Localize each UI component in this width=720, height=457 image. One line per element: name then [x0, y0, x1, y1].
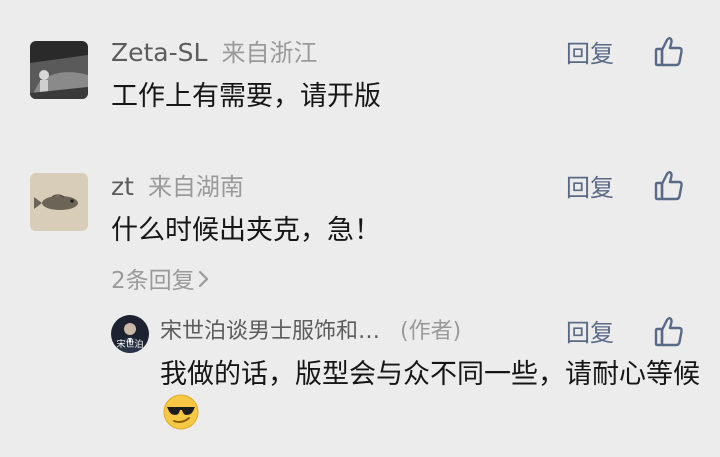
reply-text-content: 我做的话，版型会与众不同一些，请耐心等候 — [160, 359, 700, 390]
chevron-right-icon — [198, 269, 210, 293]
comment-header: zt 来自湖南 — [111, 172, 244, 202]
avatar[interactable]: 宋世泊 — [111, 315, 149, 353]
thumbs-up-icon[interactable] — [654, 36, 684, 68]
avatar[interactable] — [30, 173, 88, 231]
reply-button[interactable]: 回复 — [566, 173, 614, 203]
avatar-caption: 宋世泊 — [116, 340, 144, 350]
replies-toggle[interactable]: 2条回复 — [111, 266, 210, 296]
avatar[interactable] — [30, 41, 88, 99]
reply-header: 宋世泊谈男士服饰和… (作者) — [160, 317, 461, 347]
reply-text: 我做的话，版型会与众不同一些，请耐心等候 — [160, 356, 700, 441]
username[interactable]: Zeta-SL — [111, 38, 207, 68]
comment-header: Zeta-SL 来自浙江 — [111, 38, 317, 68]
username[interactable]: zt — [111, 172, 134, 202]
username[interactable]: 宋世泊谈男士服饰和… — [160, 317, 380, 347]
location: 来自湖南 — [147, 173, 244, 201]
reply-button[interactable]: 回复 — [566, 318, 614, 348]
replies-count-link[interactable]: 2条回复 — [111, 266, 195, 296]
reply-button[interactable]: 回复 — [566, 39, 614, 69]
thumbs-up-icon[interactable] — [654, 170, 684, 202]
thumbs-up-icon[interactable] — [654, 316, 684, 348]
cool-sunglasses-emoji — [163, 394, 199, 441]
comment-text: 什么时候出夹克，急！ — [111, 215, 381, 246]
location: 来自浙江 — [221, 39, 318, 67]
comment-text: 工作上有需要，请开版 — [111, 81, 381, 112]
author-badge: (作者) — [400, 319, 462, 344]
